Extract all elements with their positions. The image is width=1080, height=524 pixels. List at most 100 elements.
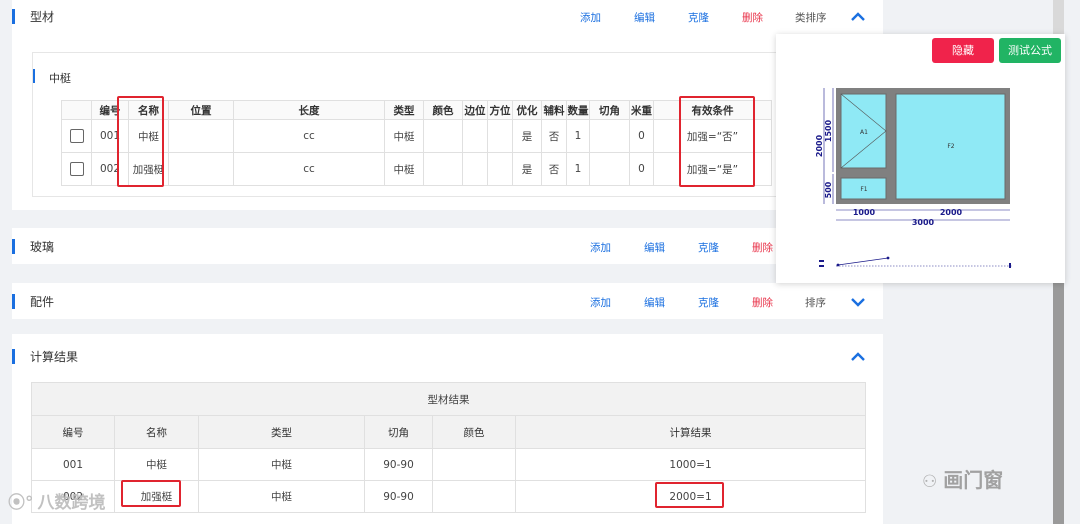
profile-add-button[interactable]: 添加: [580, 10, 601, 25]
table-row[interactable]: 001 中梃 cc 中梃 是 否 1 0 加强=“否”: [61, 119, 772, 153]
cell-qty: 1: [566, 119, 590, 153]
cell-cut: 90-90: [364, 448, 433, 481]
cell-code: 001: [91, 119, 129, 153]
cell-color: [432, 480, 516, 513]
column-header-type: 类型: [384, 100, 424, 120]
watermark-left-text: 八数跨境: [37, 493, 106, 513]
glass-add-button[interactable]: 添加: [590, 240, 611, 255]
cell-length: cc: [233, 152, 385, 186]
parts-sort-button[interactable]: 排序: [805, 295, 826, 310]
cell-result: 1000=1: [514, 448, 867, 481]
parts-edit-button[interactable]: 编辑: [644, 295, 665, 310]
profile-delete-button[interactable]: 删除: [742, 10, 763, 25]
results-table: 型材结果 编号 名称 类型 切角 颜色 计算结果 001 中梃 中梃 90-90…: [30, 382, 867, 513]
column-header-condition: 有效条件: [653, 100, 772, 120]
glass-edit-button[interactable]: 编辑: [644, 240, 665, 255]
column-header-code: 编号: [31, 415, 115, 449]
watermark-right-text: 画门窗: [943, 468, 1004, 492]
chevron-up-icon[interactable]: [850, 11, 866, 23]
column-header-select: [61, 100, 92, 120]
cell-edge: [462, 119, 488, 153]
profile-sort-button[interactable]: 类排序: [795, 10, 827, 25]
cell-color: [423, 119, 463, 153]
cell-name: 中梃: [128, 119, 169, 153]
parts-clone-button[interactable]: 克隆: [698, 295, 719, 310]
cell-orientation: [487, 152, 513, 186]
column-header-length: 长度: [233, 100, 385, 120]
column-header-name: 名称: [128, 100, 169, 120]
test-formula-button[interactable]: 测试公式: [999, 38, 1061, 63]
column-header-edge: 边位: [462, 100, 488, 120]
cell-cut: [589, 152, 630, 186]
hide-button[interactable]: 隐藏: [932, 38, 994, 63]
profile-edit-button[interactable]: 编辑: [634, 10, 655, 25]
column-header-type: 类型: [198, 415, 365, 449]
column-header-position: 位置: [168, 100, 234, 120]
row-checkbox[interactable]: [69, 129, 84, 143]
glass-pane-f1: [840, 177, 887, 200]
cell-name: 加强梃: [114, 480, 199, 513]
cell-cut: [589, 119, 630, 153]
cell-cut: 90-90: [364, 480, 433, 513]
results-table-caption: 型材结果: [30, 382, 867, 416]
subsection-accent-bar: [33, 69, 35, 83]
watermark-left: ⦿° 八数跨境: [8, 488, 106, 513]
parts-add-button[interactable]: 添加: [590, 295, 611, 310]
chevron-down-icon[interactable]: [850, 296, 866, 308]
window-frame: [836, 88, 1010, 204]
chevron-up-icon[interactable]: [850, 351, 866, 363]
profile-clone-button[interactable]: 克隆: [688, 10, 709, 25]
column-header-cut: 切角: [589, 100, 630, 120]
cell-color: [423, 152, 463, 186]
dim-height-bottom: 500: [824, 181, 833, 198]
column-header-orientation: 方位: [487, 100, 513, 120]
parts-section: 配件 添加 编辑 克隆 删除 排序: [12, 283, 883, 319]
parts-delete-button[interactable]: 删除: [752, 295, 773, 310]
glass-pane-f2: [895, 93, 1006, 200]
section-accent-bar: [12, 9, 15, 24]
mullion-table-header: 编号 名称 位置 长度 类型 颜色 边位 方位 优化 辅料 数量 切角 米重 有…: [61, 100, 772, 120]
cell-code: 002: [91, 152, 129, 186]
table-row: 002 加强梃 中梃 90-90 2000=1: [31, 480, 867, 513]
dim-width-total: 3000: [912, 218, 935, 227]
row-checkbox[interactable]: [69, 162, 84, 176]
cell-qty: 1: [566, 152, 590, 186]
cell-code: 001: [31, 448, 115, 481]
column-header-color: 颜色: [423, 100, 463, 120]
column-header-result: 计算结果: [514, 415, 867, 449]
cell-optimize: 是: [512, 119, 542, 153]
table-row[interactable]: 002 加强梃 cc 中梃 是 否 1 0 加强=“是”: [61, 152, 772, 186]
row-select-cell[interactable]: [61, 119, 92, 153]
mullion-subsection-title: 中梃: [49, 72, 71, 85]
section-accent-bar: [12, 239, 15, 254]
section-accent-bar: [12, 349, 15, 364]
parts-section-title: 配件: [30, 295, 55, 309]
page-scrollbar-thumb[interactable]: [1053, 282, 1064, 524]
cell-orientation: [487, 119, 513, 153]
glass-section-header: 玻璃 添加 编辑 克隆 删除: [12, 230, 883, 262]
cell-condition: 加强=“否”: [653, 119, 772, 153]
pane-label-a1: A1: [860, 129, 868, 136]
mullion-subsection: 中梃 编号 名称 位置 长度 类型 颜色 边位 方位 优化 辅料 数量 切角 米…: [32, 52, 808, 197]
profile-section-title: 型材: [30, 10, 55, 24]
watermark-logo-icon: ⦿°: [8, 493, 34, 513]
glass-clone-button[interactable]: 克隆: [698, 240, 719, 255]
row-select-cell[interactable]: [61, 152, 92, 186]
column-header-qty: 数量: [566, 100, 590, 120]
cell-weight: 0: [629, 119, 654, 153]
cell-position: [168, 152, 234, 186]
results-section: 计算结果 型材结果 编号 名称 类型 切角 颜色 计算结果 001 中梃 中梃 …: [12, 334, 883, 524]
cell-color: [432, 448, 516, 481]
scale-slope: [837, 257, 889, 266]
dim-width-left: 1000: [853, 208, 876, 217]
table-row: 001 中梃 中梃 90-90 1000=1: [31, 448, 867, 481]
column-header-color: 颜色: [432, 415, 516, 449]
results-table-header: 编号 名称 类型 切角 颜色 计算结果: [31, 415, 867, 449]
cell-aux: 否: [541, 152, 567, 186]
results-section-title: 计算结果: [30, 350, 79, 364]
preview-panel: 隐藏 测试公式 A1 F2 F1 2000 1500 500 1000 2000…: [776, 34, 1065, 283]
glass-delete-button[interactable]: 删除: [752, 240, 773, 255]
cell-type: 中梃: [198, 480, 365, 513]
cell-name: 加强梃: [128, 152, 169, 186]
column-header-name: 名称: [114, 415, 199, 449]
